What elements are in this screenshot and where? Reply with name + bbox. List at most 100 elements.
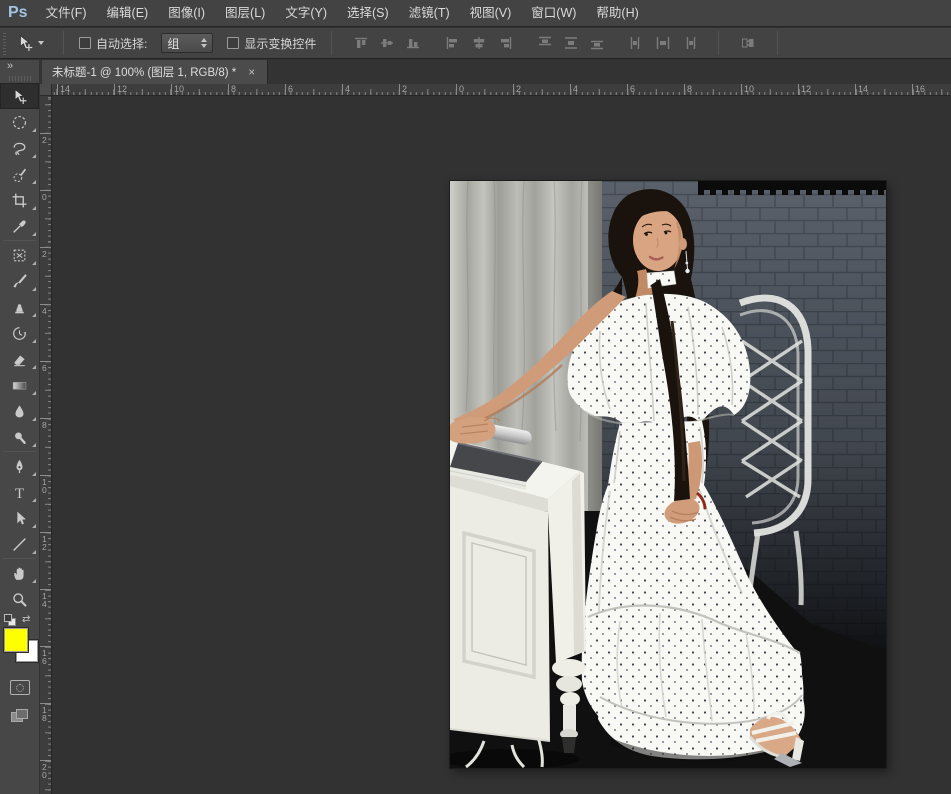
- menu-filter[interactable]: 滤镜(T): [399, 0, 460, 27]
- eraser-tool-icon: [11, 351, 28, 368]
- eyedropper-tool[interactable]: [0, 213, 39, 239]
- separator: [63, 31, 64, 55]
- distribute-right-edges-button[interactable]: [678, 33, 700, 53]
- align-right-edges-button[interactable]: [494, 33, 516, 53]
- ruler-tick: [228, 84, 229, 95]
- distribute-top-edges-button[interactable]: [534, 33, 556, 53]
- lasso-tool[interactable]: [0, 135, 39, 161]
- menu-image[interactable]: 图像(I): [158, 0, 215, 27]
- ruler-label: 6: [42, 363, 47, 373]
- gradient-tool[interactable]: [0, 372, 39, 398]
- distribute-vertical-centers-button[interactable]: [560, 33, 582, 53]
- ruler-tick: [40, 361, 51, 362]
- menu-select[interactable]: 选择(S): [337, 0, 399, 27]
- tool-flyout-icon: [32, 154, 36, 158]
- hand-tool[interactable]: [0, 560, 39, 586]
- menu-help[interactable]: 帮助(H): [586, 0, 648, 27]
- dodge-tool-icon: [11, 429, 28, 446]
- menu-window[interactable]: 窗口(W): [521, 0, 586, 27]
- ruler-tick: [627, 84, 628, 95]
- menu-file[interactable]: 文件(F): [36, 0, 97, 27]
- tool-flyout-icon: [32, 524, 36, 528]
- tool-flyout-icon: [32, 365, 36, 369]
- ruler-label: 14: [60, 84, 71, 94]
- spot-healing-brush-tool[interactable]: [0, 242, 39, 268]
- auto-select-label: 自动选择:: [96, 36, 148, 51]
- ruler-tick: [40, 247, 51, 248]
- document-canvas[interactable]: [450, 181, 886, 768]
- screen-mode-button[interactable]: [10, 709, 29, 723]
- align-horizontal-centers-button[interactable]: [468, 33, 490, 53]
- quick-selection-tool-icon: [11, 166, 28, 183]
- separator: [777, 31, 779, 55]
- zoom-tool[interactable]: [0, 586, 39, 612]
- crop-tool[interactable]: [0, 187, 39, 213]
- quick-mask-mode-button[interactable]: [9, 680, 30, 695]
- document-tab[interactable]: 未标题-1 @ 100% (图层 1, RGB/8) * ×: [42, 60, 269, 84]
- path-selection-tool[interactable]: [0, 505, 39, 531]
- canvas-pasteboard[interactable]: [52, 96, 951, 794]
- eraser-tool[interactable]: [0, 346, 39, 372]
- lasso-tool-icon: [11, 140, 28, 157]
- tool-flyout-icon: [32, 313, 36, 317]
- distribute-horizontal-centers-button[interactable]: [652, 33, 674, 53]
- blur-tool[interactable]: [0, 398, 39, 424]
- align-group: [350, 33, 424, 53]
- auto-select-target-dropdown[interactable]: 组: [161, 33, 214, 53]
- auto-align-layers-button[interactable]: [737, 33, 759, 53]
- horizontal-ruler[interactable]: 14 12 10 8 6 4 2 0 2 4 6 8 10 12 14 16: [52, 84, 951, 96]
- auto-select-checkbox[interactable]: [79, 37, 91, 49]
- menu-view[interactable]: 视图(V): [460, 0, 522, 27]
- align-left-edges-button[interactable]: [442, 33, 464, 53]
- ruler-label: 8: [231, 84, 237, 94]
- clone-stamp-tool-icon: [11, 299, 28, 316]
- ruler-label: 2: [42, 249, 47, 259]
- tool-flyout-icon: [32, 391, 36, 395]
- tool-separator: [3, 240, 36, 241]
- ruler-tick: [912, 84, 913, 95]
- show-transform-checkbox[interactable]: [227, 37, 240, 49]
- options-bar-grip[interactable]: [3, 31, 6, 55]
- pen-tool[interactable]: [0, 453, 39, 479]
- ruler-label: 6: [630, 84, 636, 94]
- collapse-panel-button[interactable]: »: [0, 60, 39, 75]
- photo-content: [450, 181, 886, 768]
- tools-panel-grip[interactable]: [8, 76, 31, 81]
- ruler-tick: [40, 304, 51, 305]
- distribute-bottom-edges-button[interactable]: [586, 33, 608, 53]
- eyedropper-tool-icon: [11, 218, 28, 235]
- distribute-left-edges-button[interactable]: [626, 33, 648, 53]
- gradient-tool-icon: [11, 377, 28, 394]
- tool-flyout-icon: [32, 287, 36, 291]
- move-tool-icon: [16, 34, 34, 52]
- line-tool[interactable]: [0, 531, 39, 557]
- quick-selection-tool[interactable]: [0, 161, 39, 187]
- ruler-label: 16: [915, 84, 926, 94]
- tool-preset-caret-icon[interactable]: [38, 41, 44, 45]
- swap-colors-icon[interactable]: ⇄: [22, 614, 34, 626]
- brush-tool[interactable]: [0, 268, 39, 294]
- ruler-label: 2 0: [42, 762, 47, 780]
- foreground-color-swatch[interactable]: [4, 628, 28, 652]
- ruler-tick: [40, 760, 51, 761]
- menu-type[interactable]: 文字(Y): [275, 0, 337, 27]
- align-bottom-edges-button[interactable]: [402, 33, 424, 53]
- menu-edit[interactable]: 编辑(E): [97, 0, 159, 27]
- horizontal-type-tool[interactable]: T: [0, 479, 39, 505]
- dodge-tool[interactable]: [0, 424, 39, 450]
- vertical-ruler[interactable]: 2 0 2 4 6 8 1 0 1 2 1 4 1 6 1 8 2 0: [40, 96, 52, 794]
- ruler-tick: [342, 84, 343, 95]
- default-colors-icon[interactable]: [4, 614, 16, 626]
- align-top-edges-button[interactable]: [350, 33, 372, 53]
- ruler-tick: [40, 703, 51, 704]
- ruler-tick: [40, 190, 51, 191]
- menu-layer[interactable]: 图层(L): [215, 0, 275, 27]
- move-tool[interactable]: [0, 83, 39, 109]
- document-tab-title: 未标题-1 @ 100% (图层 1, RGB/8) *: [52, 67, 237, 79]
- elliptical-marquee-tool-icon: [11, 114, 28, 131]
- elliptical-marquee-tool[interactable]: [0, 109, 39, 135]
- tab-close-button[interactable]: ×: [246, 65, 257, 79]
- history-brush-tool[interactable]: [0, 320, 39, 346]
- align-vertical-centers-button[interactable]: [376, 33, 398, 53]
- clone-stamp-tool[interactable]: [0, 294, 39, 320]
